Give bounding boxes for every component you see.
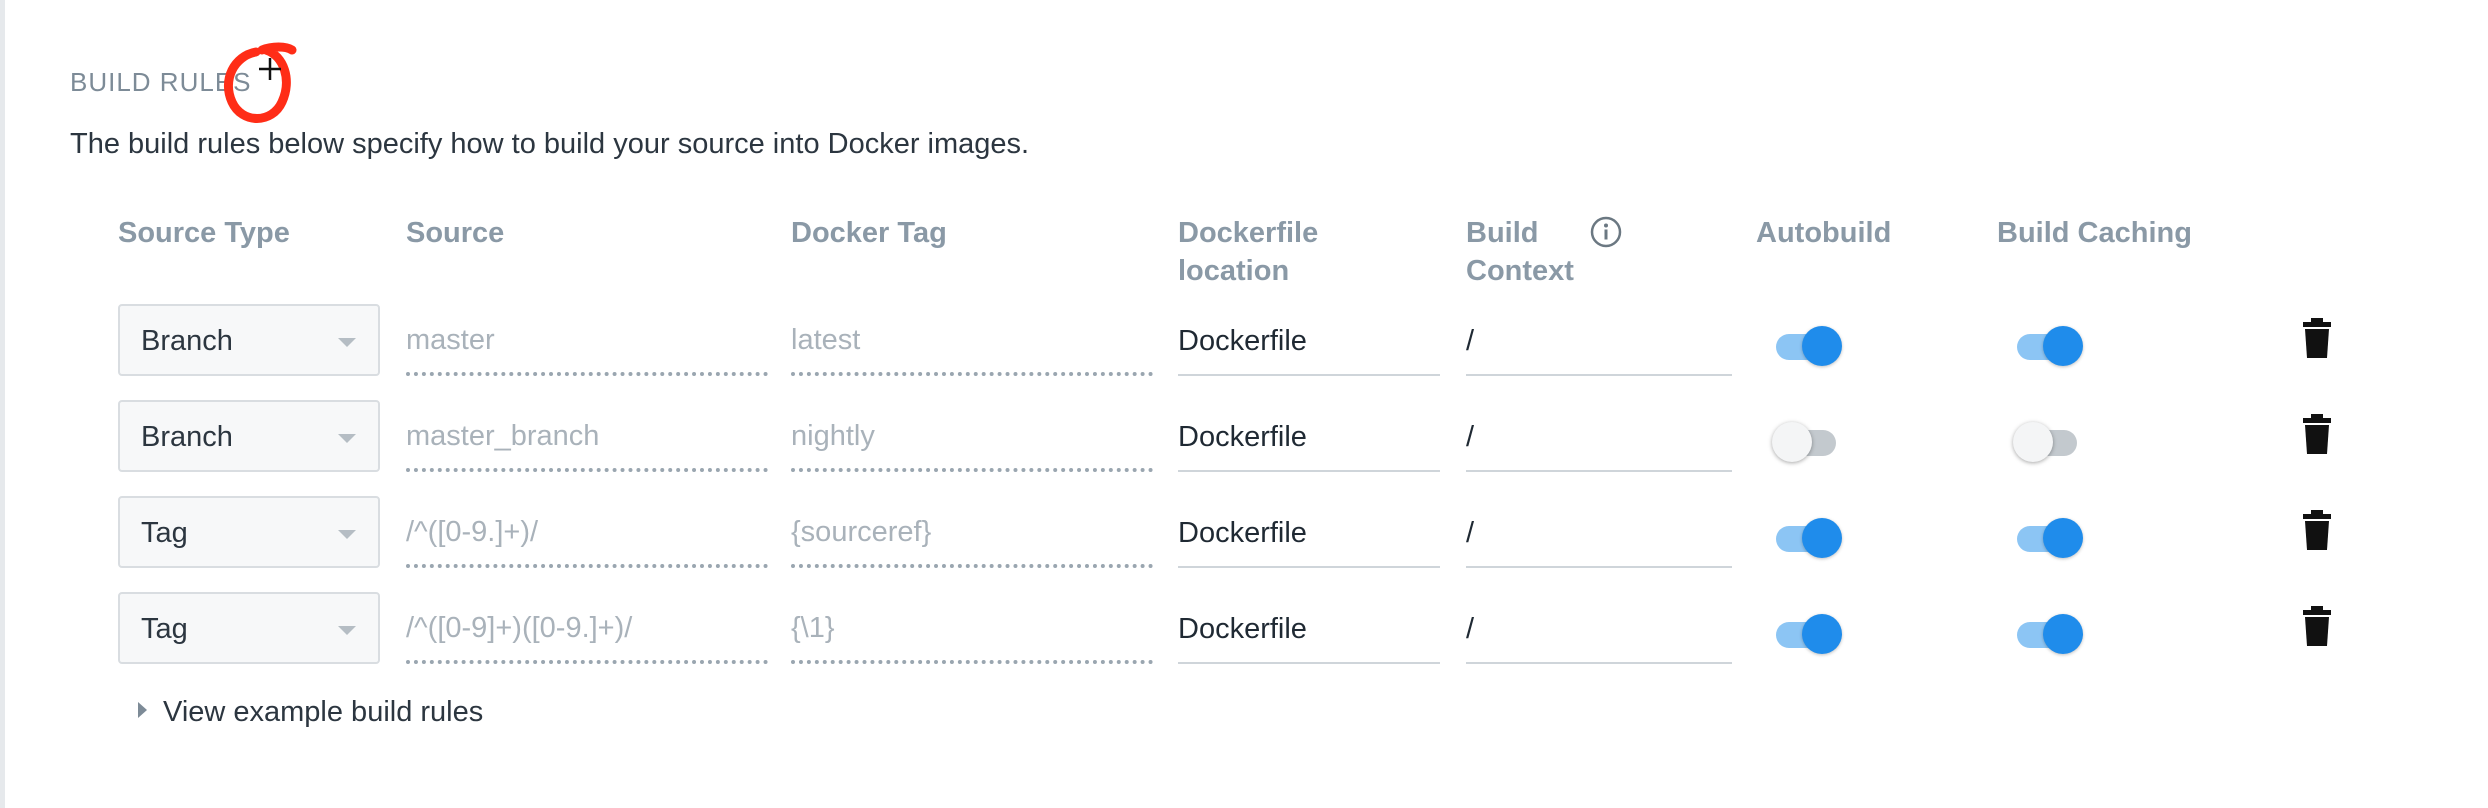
source-type-select[interactable]: Branch — [118, 400, 380, 472]
dockerfile-location-input[interactable] — [1178, 308, 1440, 376]
source-input[interactable] — [406, 596, 768, 664]
source-input[interactable] — [406, 404, 768, 472]
add-build-rule-button[interactable] — [212, 40, 308, 132]
docker-tag-input[interactable] — [791, 500, 1153, 568]
dockerfile-location-input[interactable] — [1178, 404, 1440, 472]
autobuild-toggle[interactable] — [1772, 514, 1844, 558]
build-caching-toggle[interactable] — [2013, 322, 2085, 366]
source-type-value: Branch — [141, 421, 233, 453]
column-header-docker-tag: Docker Tag — [791, 217, 947, 249]
build-rule-row: Tag — [0, 496, 2488, 576]
build-caching-toggle[interactable] — [2013, 514, 2085, 558]
info-circle-icon[interactable] — [1589, 215, 1623, 249]
column-header-build-caching: Build Caching — [1997, 217, 2192, 249]
annotation-circle-icon — [223, 42, 297, 123]
docker-tag-input[interactable] — [791, 404, 1153, 472]
column-header-source-type: Source Type — [118, 217, 290, 249]
view-example-build-rules-link[interactable]: View example build rules — [138, 696, 483, 729]
source-type-select[interactable]: Branch — [118, 304, 380, 376]
column-header-source: Source — [406, 217, 505, 249]
build-rule-row: Branch — [0, 400, 2488, 480]
build-caching-toggle[interactable] — [2013, 418, 2085, 462]
source-type-value: Tag — [141, 613, 188, 645]
build-context-input[interactable] — [1466, 500, 1732, 568]
caret-down-icon — [338, 626, 356, 635]
autobuild-toggle[interactable] — [1772, 418, 1844, 462]
trash-icon[interactable] — [2302, 318, 2332, 358]
column-header-dockerfile-location: Dockerfile location — [1178, 217, 1319, 287]
source-type-value: Branch — [141, 325, 233, 357]
caret-down-icon — [338, 530, 356, 539]
section-description: The build rules below specify how to bui… — [70, 128, 1030, 160]
build-rule-row: Branch — [0, 304, 2488, 384]
trash-icon[interactable] — [2302, 606, 2332, 646]
docker-tag-input[interactable] — [791, 596, 1153, 664]
dockerfile-location-input[interactable] — [1178, 500, 1440, 568]
column-header-build-context: Build Context — [1466, 217, 1574, 287]
source-type-select[interactable]: Tag — [118, 496, 380, 568]
build-rule-row: Tag — [0, 592, 2488, 672]
autobuild-toggle[interactable] — [1772, 610, 1844, 654]
trash-icon[interactable] — [2302, 510, 2332, 550]
build-caching-toggle[interactable] — [2013, 610, 2085, 654]
source-input[interactable] — [406, 500, 768, 568]
autobuild-toggle[interactable] — [1772, 322, 1844, 366]
build-context-input[interactable] — [1466, 404, 1732, 472]
build-context-input[interactable] — [1466, 596, 1732, 664]
source-input[interactable] — [406, 308, 768, 376]
caret-down-icon — [338, 434, 356, 443]
build-context-input[interactable] — [1466, 308, 1732, 376]
caret-down-icon — [338, 338, 356, 347]
triangle-right-icon — [138, 702, 147, 719]
docker-tag-input[interactable] — [791, 308, 1153, 376]
source-type-select[interactable]: Tag — [118, 592, 380, 664]
source-type-value: Tag — [141, 517, 188, 549]
column-header-autobuild: Autobuild — [1756, 217, 1892, 249]
trash-icon[interactable] — [2302, 414, 2332, 454]
dockerfile-location-input[interactable] — [1178, 596, 1440, 664]
